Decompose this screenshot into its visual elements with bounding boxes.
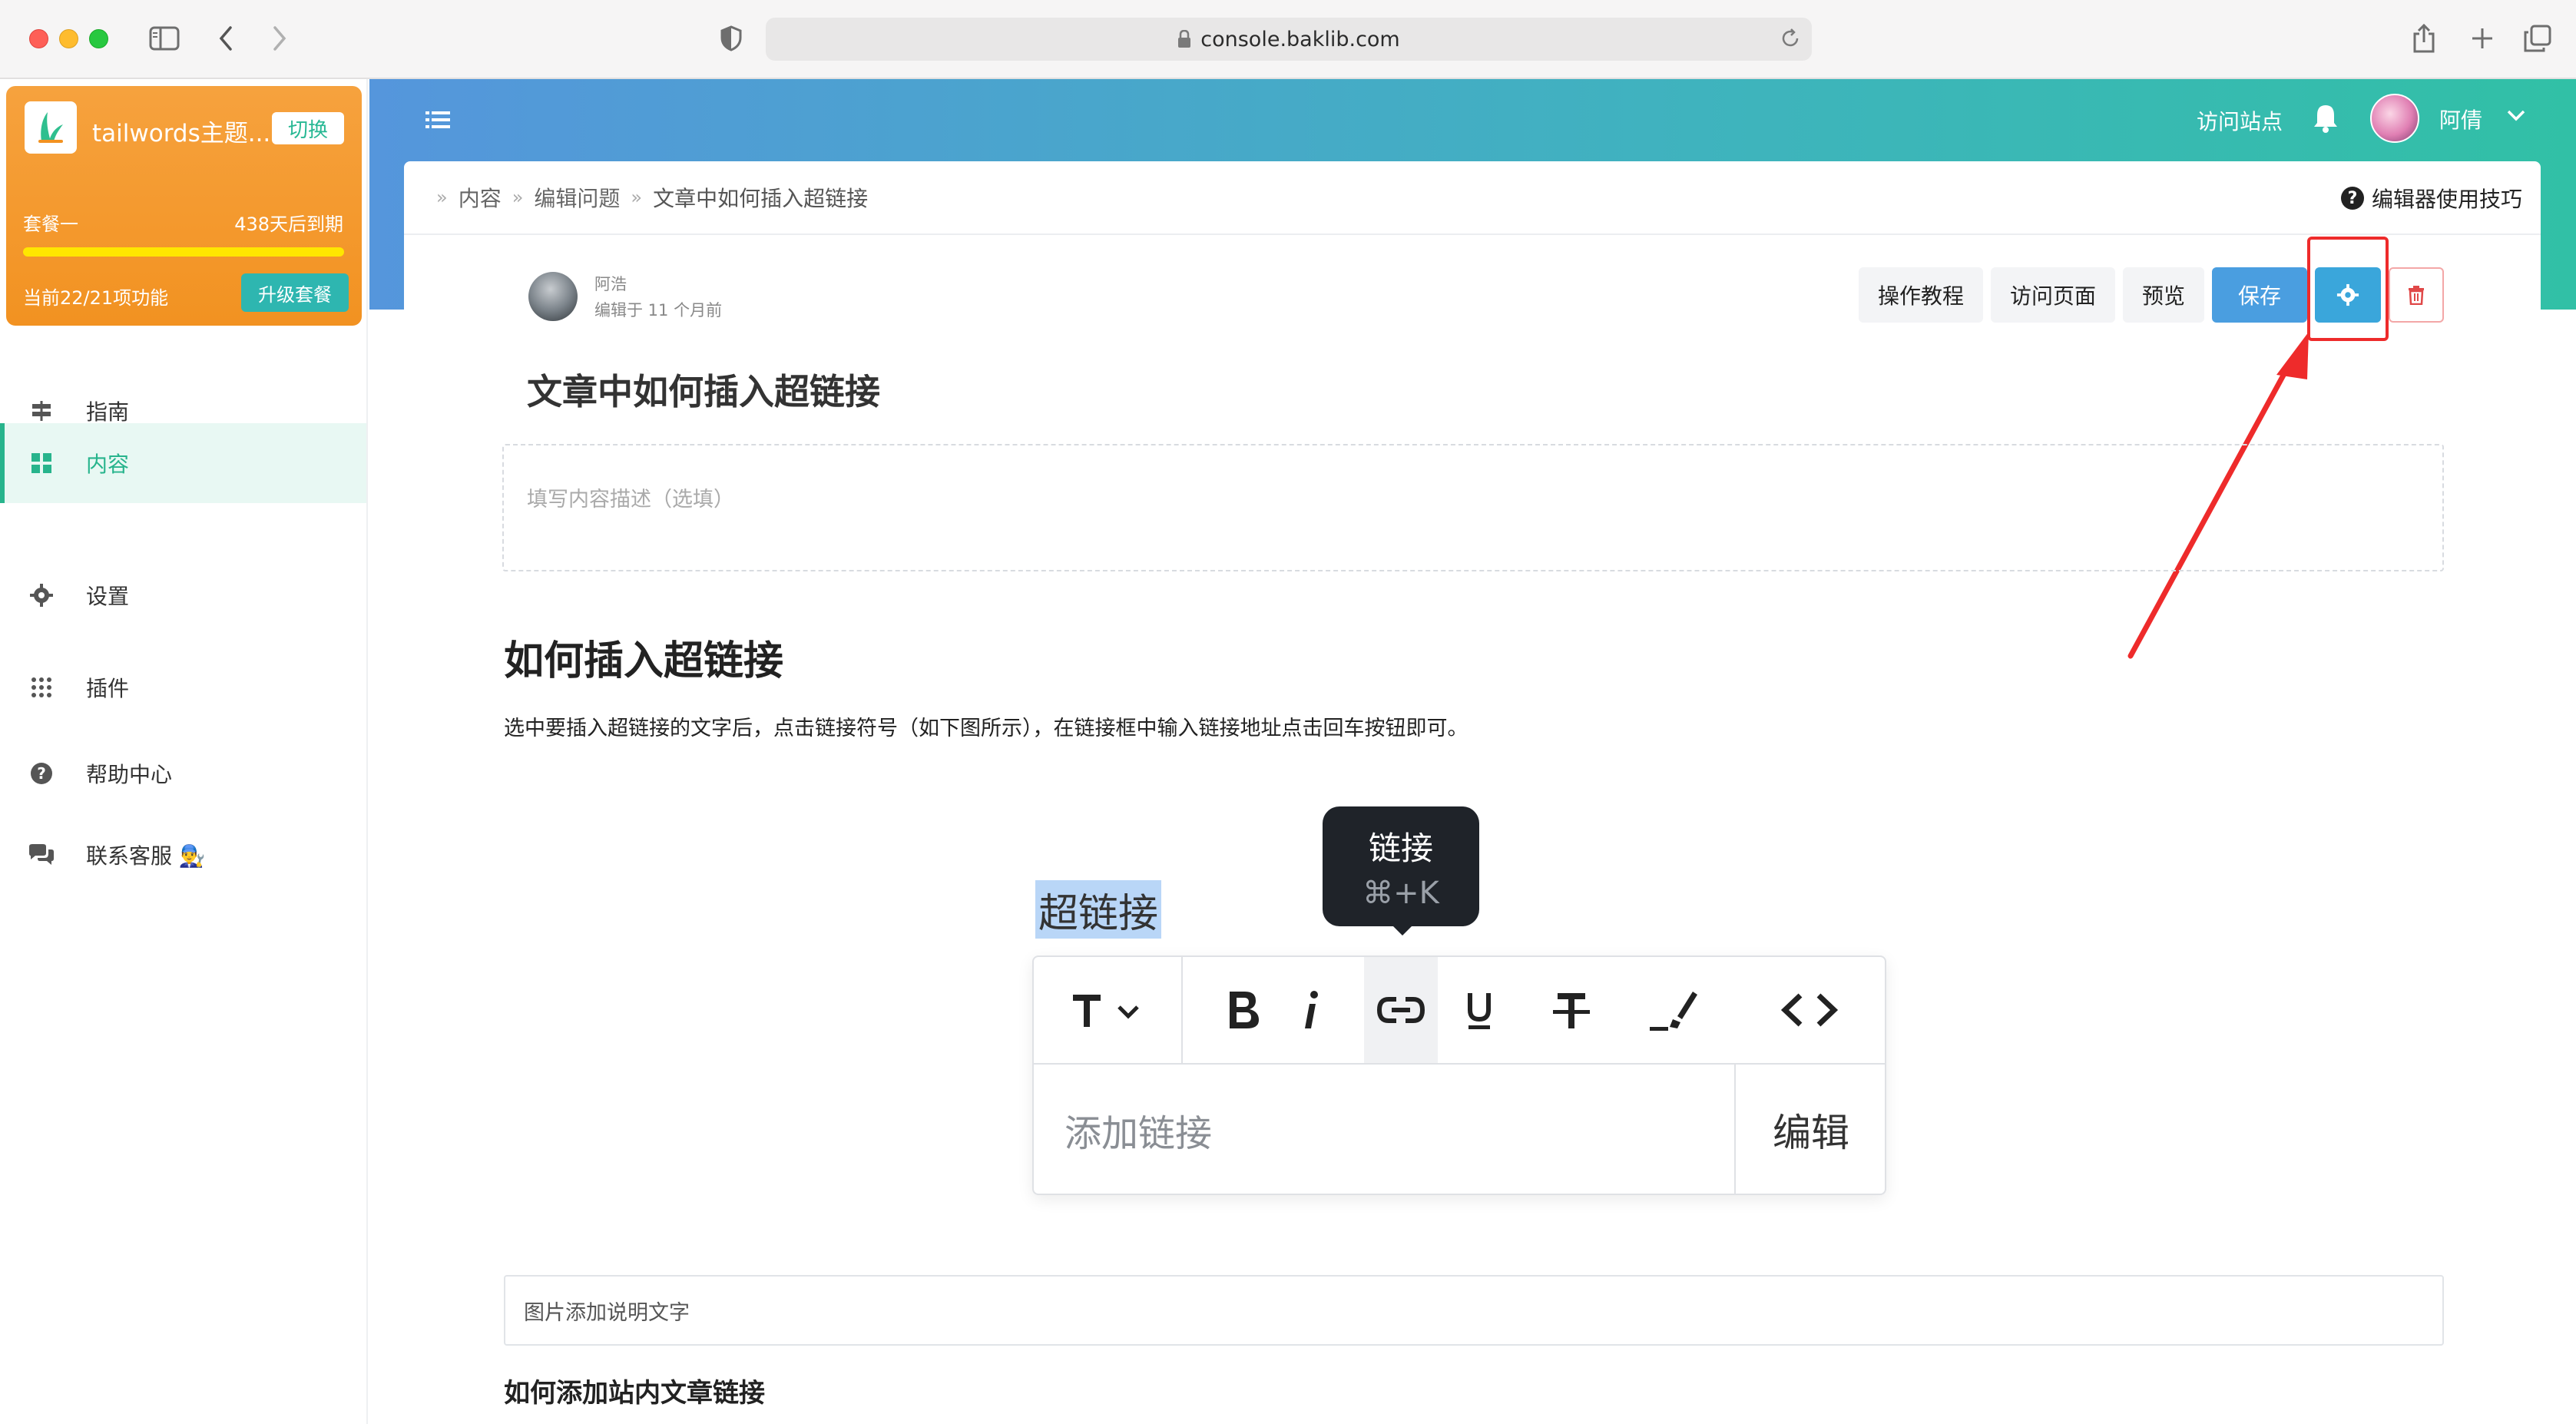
annotation-highlight-box xyxy=(2307,237,2389,341)
sidebar: tailwords主题... 切换 套餐一 438天后到期 当前22/21项功能… xyxy=(0,79,368,1424)
dots-grid-icon xyxy=(28,674,55,701)
sidebar-item-support[interactable]: 联系客服 👨‍🔧 xyxy=(0,815,366,895)
edit-time: 编辑于 11 个月前 xyxy=(594,301,723,320)
sidebar-item-label: 插件 xyxy=(86,676,130,701)
sidebar-item-content[interactable]: 内容 xyxy=(0,423,366,503)
breadcrumb: » 内容 » 编辑问题 » 文章中如何插入超链接 xyxy=(404,161,2541,235)
plan-expire-text: 438天后到期 xyxy=(234,214,343,235)
lock-icon xyxy=(1178,30,1191,48)
site-name: tailwords主题... xyxy=(92,120,271,147)
switch-site-button[interactable]: 切换 xyxy=(272,112,344,144)
subsection-heading[interactable]: 如何添加站内文章链接 xyxy=(504,1372,765,1409)
plan-progress-fill xyxy=(23,247,344,257)
plan-progress-bar xyxy=(23,247,344,257)
tab-overview-icon[interactable] xyxy=(2521,20,2554,57)
back-icon[interactable] xyxy=(212,20,240,57)
breadcrumb-edit-question[interactable]: 编辑问题 xyxy=(534,182,620,213)
highlight-pen-icon xyxy=(1639,957,1708,1063)
link-icon xyxy=(1364,957,1438,1063)
sidebar-toggle-icon[interactable] xyxy=(144,20,184,57)
user-avatar[interactable] xyxy=(2370,94,2419,143)
sidebar-item-help[interactable]: ? 帮助中心 xyxy=(0,734,366,813)
tooltip-arrow xyxy=(1389,922,1416,936)
section-heading[interactable]: 如何插入超链接 xyxy=(504,628,783,686)
minimize-window-button[interactable] xyxy=(59,29,78,48)
upgrade-plan-button[interactable]: 升级套餐 xyxy=(241,273,349,312)
author-avatar xyxy=(528,272,578,321)
editor-tips-label: 编辑器使用技巧 xyxy=(2371,187,2522,212)
sidebar-item-label: 指南 xyxy=(86,399,130,425)
user-name[interactable]: 阿倩 xyxy=(2439,104,2482,134)
forward-icon[interactable] xyxy=(266,20,293,57)
strikethrough-icon xyxy=(1541,957,1602,1063)
help-icon: ? xyxy=(2340,187,2364,210)
address-bar[interactable]: console.baklib.com xyxy=(766,18,1812,61)
toolbar-divider xyxy=(1181,957,1183,1063)
figure-selected-word: 超链接 xyxy=(1035,880,1162,939)
sidebar-item-label: 设置 xyxy=(86,584,130,609)
save-button[interactable]: 保存 xyxy=(2212,267,2307,323)
share-icon[interactable] xyxy=(2407,20,2441,57)
bold-icon xyxy=(1212,957,1273,1063)
browser-toolbar: console.baklib.com xyxy=(0,0,2576,79)
figure-format-toolbar: 添加链接 编辑 xyxy=(1032,955,1886,1195)
article-title[interactable]: 文章中如何插入超链接 xyxy=(527,364,880,415)
chevron-down-icon[interactable] xyxy=(2505,108,2527,126)
breadcrumb-current: 文章中如何插入超链接 xyxy=(653,186,869,211)
text-style-icon xyxy=(1057,957,1164,1063)
gear-icon xyxy=(28,581,55,609)
double-chevron-icon: » xyxy=(631,187,643,208)
privacy-shield-icon[interactable] xyxy=(716,20,747,57)
sidebar-item-label: 帮助中心 xyxy=(86,762,173,787)
figure-format-row xyxy=(1034,957,1885,1065)
body-paragraph[interactable]: 选中要插入超链接的文字后，点击链接符号（如下图所示），在链接框中输入链接地址点击… xyxy=(504,711,1468,741)
reload-icon[interactable] xyxy=(1779,20,1802,57)
tooltip-title: 链接 xyxy=(1368,829,1433,867)
description-textarea[interactable]: 填写内容描述（选填） xyxy=(502,444,2444,571)
plan-card: tailwords主题... 切换 套餐一 438天后到期 当前22/21项功能… xyxy=(6,86,362,326)
feature-count: 当前22/21项功能 xyxy=(23,287,169,309)
tutorial-button[interactable]: 操作教程 xyxy=(1859,267,1983,323)
underline-icon xyxy=(1449,957,1510,1063)
new-tab-icon[interactable] xyxy=(2465,20,2499,57)
editor-tips-link[interactable]: ? 编辑器使用技巧 xyxy=(2340,183,2522,214)
figure-link-tooltip: 链接 ⌘+K xyxy=(1323,806,1479,926)
image-caption-input[interactable]: 图片添加说明文字 xyxy=(504,1275,2444,1346)
chat-icon xyxy=(28,841,55,869)
grid-icon xyxy=(28,449,55,477)
help-icon: ? xyxy=(28,760,55,787)
signpost-icon xyxy=(28,397,55,425)
author-name: 阿浩 xyxy=(594,275,627,293)
double-chevron-icon: » xyxy=(512,187,524,208)
url-text: console.baklib.com xyxy=(1200,27,1400,51)
svg-text:?: ? xyxy=(37,764,46,783)
trash-icon xyxy=(2409,286,2424,305)
visit-page-button[interactable]: 访问页面 xyxy=(1991,267,2115,323)
menu-toggle-icon[interactable] xyxy=(424,106,452,137)
figure-link-input-placeholder: 添加链接 xyxy=(1065,1112,1213,1155)
delete-button[interactable] xyxy=(2389,267,2444,323)
sidebar-item-settings[interactable]: 设置 xyxy=(0,555,366,635)
preview-button[interactable]: 预览 xyxy=(2123,267,2204,323)
baklib-logo xyxy=(25,101,77,154)
code-icon xyxy=(1771,957,1848,1063)
bell-icon[interactable] xyxy=(2312,103,2339,137)
italic-icon xyxy=(1287,957,1333,1063)
maximize-window-button[interactable] xyxy=(89,29,108,48)
sidebar-item-label: 联系客服 👨‍🔧 xyxy=(86,843,206,869)
breadcrumb-content[interactable]: 内容 xyxy=(459,182,502,213)
figure-edit-label: 编辑 xyxy=(1734,1065,1886,1195)
visit-site-link[interactable]: 访问站点 xyxy=(2197,105,2283,136)
plan-name: 套餐一 xyxy=(23,214,78,235)
sidebar-item-plugins[interactable]: 插件 xyxy=(0,647,366,727)
sidebar-item-label: 内容 xyxy=(86,452,130,477)
tooltip-shortcut: ⌘+K xyxy=(1362,875,1439,911)
double-chevron-icon: » xyxy=(436,187,448,208)
close-window-button[interactable] xyxy=(29,29,48,48)
